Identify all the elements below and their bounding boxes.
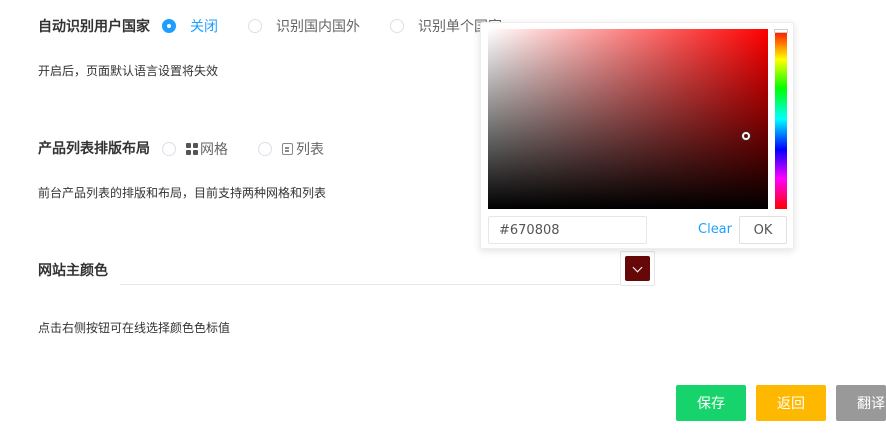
radio-label: 网格 [200,142,228,158]
color-picker-trigger[interactable] [620,251,655,286]
radio-layout-list[interactable]: 列表 [258,139,324,159]
radio-label: 列表 [296,142,324,158]
radio-label: 关闭 [190,19,218,35]
list-layout-hint: 前台产品列表的排版和布局，目前支持两种网格和列表 [38,186,327,200]
color-swatch [625,256,650,281]
radio-checked-icon [162,19,176,33]
radio-unchecked-icon [390,19,404,33]
country-detect-label: 自动识别用户国家 [38,19,150,35]
list-layout-label: 产品列表排版布局 [38,141,150,157]
hue-slider-handle[interactable] [774,29,788,33]
color-cursor[interactable] [742,132,750,140]
country-detect-hint: 开启后，页面默认语言设置将失效 [38,64,219,78]
color-picker-panel: #670808 Clear OK [480,22,794,249]
radio-layout-grid[interactable]: 网格 [162,139,228,159]
clear-button[interactable]: Clear [698,222,732,237]
radio-label: 识别国内国外 [276,19,360,35]
radio-unchecked-icon [162,142,176,156]
radio-unchecked-icon [258,142,272,156]
translate-button[interactable]: 翻译 [836,385,886,421]
list-icon [282,143,293,155]
grid-icon [186,143,198,155]
save-button[interactable]: 保存 [676,385,746,421]
hue-slider[interactable] [774,29,788,209]
radio-country-off[interactable]: 关闭 [162,16,218,36]
saturation-value-area[interactable] [488,29,768,209]
back-button[interactable]: 返回 [756,385,826,421]
hex-input[interactable]: #670808 [488,216,647,244]
radio-unchecked-icon [248,19,262,33]
theme-color-label: 网站主颜色 [38,263,108,279]
theme-color-input[interactable] [120,251,620,285]
chevron-down-icon [632,262,643,272]
theme-color-hint: 点击右侧按钮可在线选择颜色色标值 [38,321,231,335]
radio-country-domestic-foreign[interactable]: 识别国内国外 [248,16,360,36]
ok-button[interactable]: OK [739,216,787,244]
